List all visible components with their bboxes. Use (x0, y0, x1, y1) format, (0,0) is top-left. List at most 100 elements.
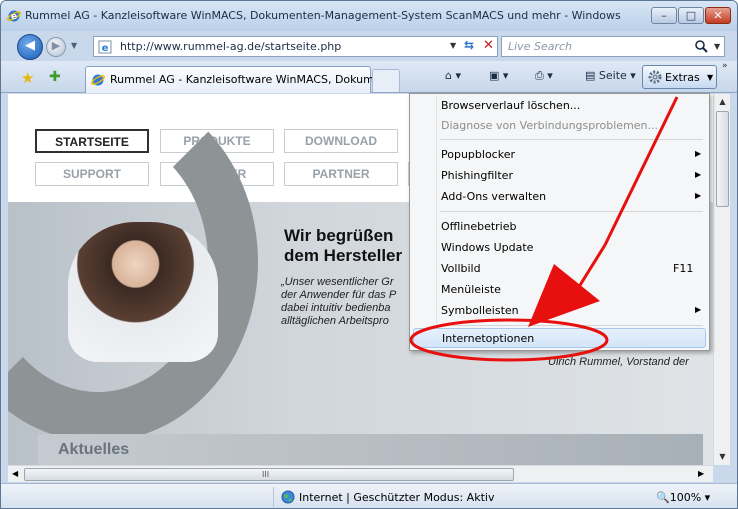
hero-title: Wir begrüßen dem Hersteller (284, 226, 402, 266)
search-placeholder: Live Search (508, 40, 572, 53)
svg-text:e: e (102, 43, 109, 54)
extras-menu-button[interactable]: Extras ▼ (642, 65, 717, 89)
woman-photo (68, 222, 218, 362)
new-tab-button[interactable] (372, 69, 400, 92)
site-nav-partner[interactable]: PARTNER (284, 162, 398, 186)
recent-pages-dropdown[interactable]: ▼ (71, 41, 77, 50)
quote-line: dabei intuitiv bedienba (281, 302, 391, 314)
zoom-control[interactable]: 🔍100% ▾ (656, 491, 710, 504)
favorites-star-icon[interactable]: ★ (21, 69, 34, 87)
title-bar: e Rummel AG - Kanzleisoftware WinMACS, D… (1, 1, 737, 31)
window-title: Rummel AG - Kanzleisoftware WinMACS, Dok… (25, 9, 625, 22)
globe-icon (281, 490, 295, 504)
zoom-level: 100% (669, 491, 702, 504)
address-bar[interactable]: e http://www.rummel-ag.de/startseite.php… (93, 36, 498, 57)
stop-icon[interactable]: ✕ (483, 38, 494, 53)
search-options-dropdown-icon[interactable]: ▼ (714, 42, 720, 51)
menu-item-browserverlauf[interactable]: Browserverlauf löschen... (413, 96, 706, 116)
menu-item-label: Internetoptionen (442, 332, 535, 345)
scroll-grip: III (262, 470, 270, 479)
print-icon[interactable]: ⎙ ▾ (535, 69, 553, 83)
submenu-arrow-icon: ▶ (695, 170, 702, 179)
quote-line: alltäglichen Arbeitspro (281, 315, 389, 327)
menu-item-label: Browserverlauf löschen... (441, 99, 581, 112)
gear-icon (648, 70, 662, 84)
url-text[interactable]: http://www.rummel-ag.de/startseite.php (120, 40, 341, 53)
menu-item-menueleiste[interactable]: Menüleiste (413, 280, 706, 300)
menu-item-label: Phishingfilter (441, 169, 513, 182)
horizontal-scrollbar[interactable]: ◀ III ▶ (8, 465, 713, 482)
status-divider (273, 487, 274, 507)
scroll-left-icon[interactable]: ◀ (12, 469, 18, 478)
maximize-button[interactable]: □ (678, 7, 704, 24)
svg-text:e: e (11, 12, 17, 22)
news-section-bar: Aktuelles (38, 434, 703, 465)
navigation-bar: ◀ ▶ ▼ e http://www.rummel-ag.de/startsei… (1, 31, 737, 61)
menu-item-shortcut: F11 (673, 262, 694, 275)
quote-signature: Ulrich Rummel, Vorstand der (548, 356, 689, 368)
menu-separator (440, 139, 703, 140)
feeds-icon[interactable]: ▣ ▾ (489, 69, 508, 82)
submenu-arrow-icon: ▶ (695, 305, 702, 314)
home-icon[interactable]: ⌂ ▾ (445, 69, 461, 82)
more-commands-icon[interactable]: » (722, 61, 728, 71)
submenu-arrow-icon: ▶ (695, 149, 702, 158)
page-icon: e (98, 40, 112, 54)
menu-item-label: Add-Ons verwalten (441, 190, 547, 203)
menu-item-label: Offlinebetrieb (441, 220, 517, 233)
menu-item-addons[interactable]: Add-Ons verwalten ▶ (413, 187, 706, 207)
extras-menu: Browserverlauf löschen... Diagnose von V… (409, 93, 710, 351)
back-button[interactable]: ◀ (17, 34, 43, 60)
address-dropdown-icon[interactable]: ▼ (450, 41, 456, 50)
page-menu-button[interactable]: ▤ Seite ▾ (585, 69, 636, 82)
tab-rummel[interactable]: Rummel AG - Kanzleisoftware WinMACS, Dok… (85, 66, 384, 93)
add-favorites-icon[interactable]: ✚ (49, 69, 61, 85)
vertical-scrollbar[interactable]: ▲ ▼ (713, 94, 730, 465)
search-icon[interactable] (694, 39, 708, 53)
minimize-button[interactable]: – (651, 7, 677, 24)
horizontal-scroll-thumb[interactable]: III (24, 468, 514, 481)
menu-item-internetoptionen[interactable]: Internetoptionen (413, 328, 706, 348)
menu-item-popupblocker[interactable]: Popupblocker ▶ (413, 145, 706, 165)
extras-label: Extras (665, 71, 700, 84)
status-bar: Internet | Geschützter Modus: Aktiv 🔍100… (1, 483, 737, 508)
menu-item-label: Windows Update (441, 241, 534, 254)
menu-separator (440, 211, 703, 212)
forward-button[interactable]: ▶ (46, 37, 66, 57)
close-icon: ✕ (713, 9, 723, 22)
ie-logo-icon: e (7, 10, 21, 22)
menu-item-label: Diagnose von Verbindungsproblemen... (441, 119, 659, 132)
tab-label: Rummel AG - Kanzleisoftware WinMACS, Dok… (110, 73, 385, 86)
tab-bar: ★ ✚ Rummel AG - Kanzleisoftware WinMACS,… (1, 61, 737, 93)
scroll-right-icon[interactable]: ▶ (698, 469, 704, 478)
menu-item-offline[interactable]: Offlinebetrieb (413, 217, 706, 237)
chevron-down-icon: ▼ (707, 73, 714, 82)
vertical-scroll-thumb[interactable] (716, 111, 729, 207)
menu-item-label: Symbolleisten (441, 304, 519, 317)
ie-logo-icon (91, 74, 105, 86)
menu-separator (440, 325, 703, 326)
menu-item-diagnose: Diagnose von Verbindungsproblemen... (413, 116, 706, 136)
site-nav-download[interactable]: DOWNLOAD (284, 129, 398, 153)
menu-item-label: Menüleiste (441, 283, 501, 296)
scroll-down-icon[interactable]: ▼ (714, 452, 731, 461)
search-input[interactable]: Live Search ▼ (501, 36, 725, 57)
minimize-icon: – (661, 9, 667, 22)
close-button[interactable]: ✕ (705, 7, 731, 24)
menu-item-vollbild[interactable]: Vollbild F11 (413, 259, 706, 279)
hero-title-line: dem Hersteller (284, 246, 403, 265)
menu-item-windows-update[interactable]: Windows Update (413, 238, 706, 258)
security-zone[interactable]: Internet | Geschützter Modus: Aktiv (299, 491, 494, 504)
back-arrow-icon: ◀ (25, 38, 35, 53)
menu-item-label: Vollbild (441, 262, 481, 275)
scroll-up-icon[interactable]: ▲ (714, 97, 731, 106)
quote-line: „Unser wesentlicher Gr (281, 276, 394, 288)
hero-quote: „Unser wesentlicher Gr der Anwender für … (281, 276, 409, 328)
submenu-arrow-icon: ▶ (695, 191, 702, 200)
menu-item-phishingfilter[interactable]: Phishingfilter ▶ (413, 166, 706, 186)
quote-line: der Anwender für das P (281, 289, 397, 301)
page-menu-label: Seite (598, 69, 627, 82)
maximize-icon: □ (685, 9, 697, 22)
menu-item-symbolleisten[interactable]: Symbolleisten ▶ (413, 301, 706, 321)
refresh-icon[interactable]: ⇆ (464, 38, 474, 52)
